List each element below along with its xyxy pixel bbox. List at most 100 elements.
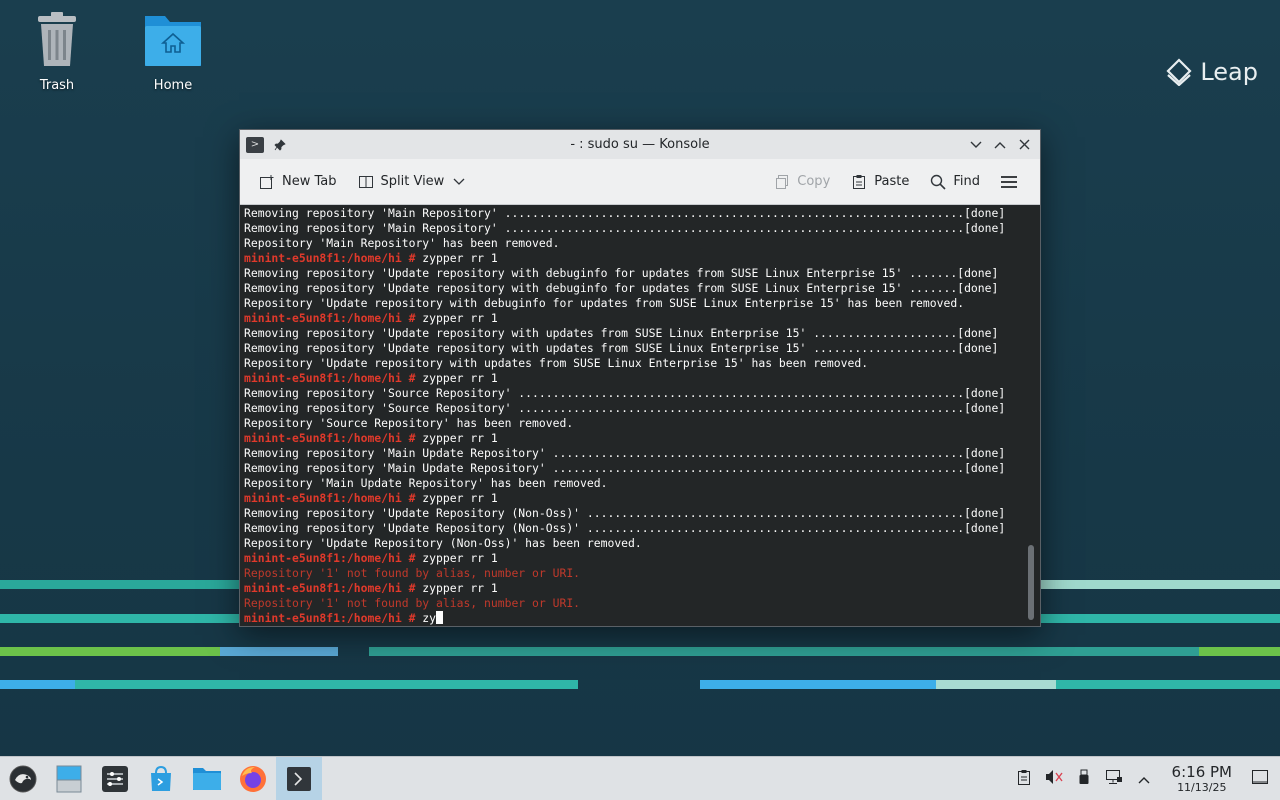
pager-icon: [56, 765, 82, 792]
taskbar-discover[interactable]: [138, 757, 184, 800]
copy-label: Copy: [797, 174, 831, 189]
taskbar-firefox[interactable]: [230, 757, 276, 800]
find-button[interactable]: Find: [921, 169, 988, 195]
desktop-icon-home[interactable]: Home: [123, 12, 223, 93]
terminal-output-line: Removing repository 'Update repository w…: [244, 266, 999, 280]
show-desktop-pager[interactable]: [46, 757, 92, 800]
taskbar-file-manager[interactable]: [184, 757, 230, 800]
terminal-command-line: minint-e5un8f1:/home/hi # zypper rr 1: [244, 371, 1036, 386]
volume-muted-icon[interactable]: [1044, 769, 1064, 789]
paste-label: Paste: [874, 174, 910, 189]
terminal-cursor: [436, 611, 444, 624]
terminal-command-line: minint-e5un8f1:/home/hi # zypper rr 1: [244, 311, 1036, 326]
terminal-input-line: minint-e5un8f1:/home/hi # zy: [244, 611, 1036, 626]
wallpaper-stripe: [0, 647, 220, 656]
terminal-command: zypper rr 1: [415, 581, 498, 595]
wallpaper-stripe: [1040, 580, 1280, 589]
terminal-prompt: minint-e5un8f1:/home/hi #: [244, 551, 416, 565]
clipboard-icon[interactable]: [1014, 769, 1034, 789]
hamburger-menu-icon: [1000, 173, 1018, 191]
wallpaper-stripe: [1056, 680, 1280, 689]
window-titlebar[interactable]: > - : sudo su — Konsole: [240, 130, 1040, 159]
wallpaper-stripe: [220, 647, 338, 656]
chevron-down-icon[interactable]: [450, 173, 468, 191]
wallpaper-stripe: [369, 647, 1199, 656]
terminal-prompt: minint-e5un8f1:/home/hi #: [244, 251, 416, 265]
hamburger-menu-button[interactable]: [992, 169, 1026, 195]
maximize-button[interactable]: [990, 135, 1010, 155]
taskbar: 6:16 PM 11/13/25: [0, 756, 1280, 800]
copy-button[interactable]: Copy: [765, 169, 838, 195]
digital-clock[interactable]: 6:16 PM 11/13/25: [1172, 763, 1232, 794]
split-view-label: Split View: [380, 174, 445, 189]
pin-icon[interactable]: [270, 135, 290, 155]
taskbar-system-settings[interactable]: [92, 757, 138, 800]
paste-button[interactable]: Paste: [842, 169, 917, 195]
desktop-icon-label: Trash: [39, 78, 75, 93]
split-view-icon: [357, 173, 375, 191]
close-button[interactable]: [1014, 135, 1034, 155]
terminal-output-line: Removing repository 'Source Repository' …: [244, 401, 1006, 415]
konsole-window[interactable]: > - : sudo su — Konsole New Tab Split Vi…: [239, 129, 1041, 627]
terminal-output-line: Removing repository 'Update repository w…: [244, 326, 999, 340]
terminal-output[interactable]: Removing repository 'Main Repository' ..…: [240, 206, 1040, 626]
show-desktop-icon[interactable]: [1250, 769, 1270, 789]
terminal-command: zypper rr 1: [415, 371, 498, 385]
clock-time: 6:16 PM: [1171, 763, 1232, 781]
terminal-command: zypper rr 1: [415, 251, 498, 265]
terminal-output-line: Repository 'Update Repository (Non-Oss)'…: [244, 536, 642, 550]
terminal-output-line: Removing repository 'Main Update Reposit…: [244, 446, 1006, 460]
taskbar-konsole[interactable]: [276, 756, 322, 800]
konsole-toolbar: New Tab Split View Copy Paste Find: [240, 159, 1040, 205]
terminal-output-line: Repository 'Main Repository' has been re…: [244, 236, 560, 250]
terminal-command-line: minint-e5un8f1:/home/hi # zypper rr 1: [244, 581, 1036, 596]
terminal-output-line: Removing repository 'Update Repository (…: [244, 521, 1006, 535]
konsole-app-icon[interactable]: >: [246, 136, 264, 153]
settings-sliders-icon: [102, 765, 128, 792]
new-tab-button[interactable]: New Tab: [250, 169, 345, 195]
home-folder-icon: [145, 16, 201, 66]
terminal-command: zypper rr 1: [415, 551, 498, 565]
network-wired-icon[interactable]: [1104, 769, 1124, 789]
terminal-command-line: minint-e5un8f1:/home/hi # zypper rr 1: [244, 431, 1036, 446]
minimize-button[interactable]: [966, 135, 986, 155]
copy-icon: [773, 173, 791, 191]
folder-icon: [193, 767, 221, 790]
terminal-command-line: minint-e5un8f1:/home/hi # zypper rr 1: [244, 251, 1036, 266]
wallpaper-stripe: [0, 680, 75, 689]
desktop-icon-trash[interactable]: Trash: [7, 12, 107, 93]
terminal-output-line: Removing repository 'Update Repository (…: [244, 506, 1006, 520]
terminal-prompt: minint-e5un8f1:/home/hi #: [244, 491, 416, 505]
terminal-prompt: minint-e5un8f1:/home/hi #: [244, 311, 416, 325]
terminal-output-line: Repository 'Main Update Repository' has …: [244, 476, 608, 490]
wallpaper-stripe: [75, 680, 578, 689]
terminal-command-line: minint-e5un8f1:/home/hi # zypper rr 1: [244, 551, 1036, 566]
terminal-output-line: Removing repository 'Main Repository' ..…: [244, 206, 1006, 220]
desktop-icon-label: Home: [153, 78, 193, 93]
terminal-prompt: minint-e5un8f1:/home/hi #: [244, 431, 416, 445]
leap-diamond-icon: [1166, 58, 1192, 86]
split-view-button[interactable]: Split View: [349, 169, 477, 195]
terminal-error-line: Repository '1' not found by alias, numbe…: [244, 566, 581, 580]
application-launcher-button[interactable]: [0, 757, 46, 800]
new-tab-label: New Tab: [282, 174, 337, 189]
clock-date: 11/13/25: [1177, 781, 1227, 794]
shopping-bag-icon: [151, 765, 171, 791]
system-tray: 6:16 PM 11/13/25: [1014, 763, 1280, 794]
terminal-output-line: Repository 'Update repository with debug…: [244, 296, 965, 310]
terminal-output-line: Removing repository 'Main Repository' ..…: [244, 221, 1006, 235]
terminal-output-line: Removing repository 'Update repository w…: [244, 281, 999, 295]
wallpaper-stripe: [700, 680, 936, 689]
wallpaper-stripe: [936, 680, 1056, 689]
chevron-up-icon[interactable]: [1134, 770, 1154, 788]
terminal-command-line: minint-e5un8f1:/home/hi # zypper rr 1: [244, 491, 1036, 506]
terminal-icon: [287, 766, 311, 791]
terminal-output-line: Removing repository 'Source Repository' …: [244, 386, 1006, 400]
terminal-command: zy: [415, 611, 437, 625]
search-icon: [929, 173, 947, 191]
wallpaper-stripe: [0, 614, 240, 623]
trash-icon: [38, 12, 76, 66]
terminal-prompt: minint-e5un8f1:/home/hi #: [244, 581, 416, 595]
terminal-scrollbar[interactable]: [1028, 545, 1034, 620]
usb-device-icon[interactable]: [1074, 769, 1094, 789]
